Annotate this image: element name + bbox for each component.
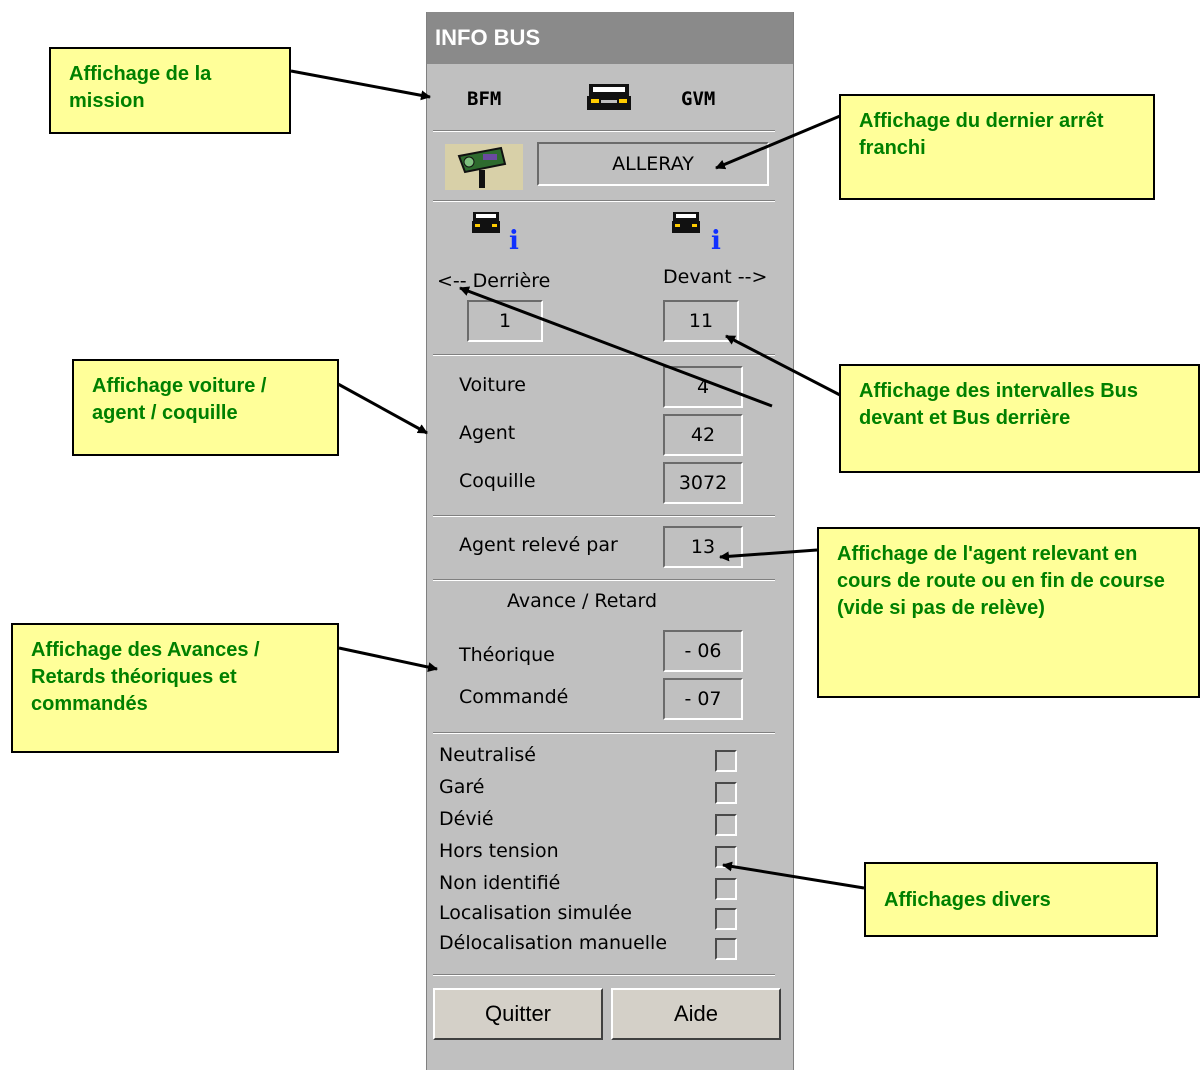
callout-misc: Affichages divers [864,862,1158,937]
flag-label: Non identifié [439,872,561,894]
flag-label: Neutralisé [439,744,536,766]
flag-label: Dévié [439,808,494,830]
bus-stop-sign-icon [445,144,523,190]
info-behind-icon[interactable]: i [509,226,519,256]
arrow-delay [338,646,438,673]
agent-field: 42 [663,414,743,456]
quit-button[interactable]: Quitter [433,988,603,1040]
callout-relief: Affichage de l'agent relevant en cours d… [817,527,1200,698]
bus-behind-icon [472,212,500,233]
callout-delay: Affichage des Avances / Retards théoriqu… [11,623,339,753]
callout-mission: Affichage de la mission [49,47,291,134]
voiture-label: Voiture [459,374,527,396]
help-button[interactable]: Aide [611,988,781,1040]
agent-label: Agent [459,422,516,444]
flag-checkbox[interactable] [715,750,737,772]
window-title: INFO BUS [427,12,793,64]
theorique-field: - 06 [663,630,743,672]
behind-label: <-- Derrière [437,270,551,292]
separator [433,732,775,734]
flag-checkbox[interactable] [715,814,737,836]
mission-origin: BFM [467,88,502,110]
separator [433,354,775,356]
flag-checkbox[interactable] [715,782,737,804]
callout-identity: Affichage voiture / agent / coquille [72,359,339,456]
behind-interval-field: 1 [467,300,543,342]
flag-label: Délocalisation manuelle [439,932,668,954]
separator [433,515,775,517]
coquille-field: 3072 [663,462,743,504]
voiture-field: 4 [663,366,743,408]
separator [433,579,775,581]
callout-stop: Affichage du dernier arrêt franchi [839,94,1155,200]
flag-checkbox[interactable] [715,846,737,868]
separator [433,130,775,132]
info-bus-panel: INFO BUS BFM GVM ALLERAY i i <-- Derrièr… [426,12,794,1070]
relief-field: 13 [663,526,743,568]
front-label: Devant --> [663,266,768,288]
flag-label: Garé [439,776,485,798]
commande-field: - 07 [663,678,743,720]
flag-checkbox[interactable] [715,938,737,960]
flag-checkbox[interactable] [715,878,737,900]
info-front-icon[interactable]: i [711,226,721,256]
delay-title: Avance / Retard [507,590,658,612]
separator [433,200,775,202]
last-stop-field: ALLERAY [537,142,769,186]
flag-label: Localisation simulée [439,902,632,924]
coquille-label: Coquille [459,470,536,492]
flag-checkbox[interactable] [715,908,737,930]
theorique-label: Théorique [459,644,555,666]
commande-label: Commandé [459,686,569,708]
separator [433,974,775,976]
mission-destination: GVM [681,88,716,110]
bus-front-icon [672,212,700,233]
arrow-mission [290,69,431,101]
flag-label: Hors tension [439,840,559,862]
relief-label: Agent relevé par [459,534,618,556]
bus-icon [587,84,631,110]
arrow-identity [337,382,428,435]
callout-intervals: Affichage des intervalles Bus devant et … [839,364,1200,473]
front-interval-field: 11 [663,300,739,342]
